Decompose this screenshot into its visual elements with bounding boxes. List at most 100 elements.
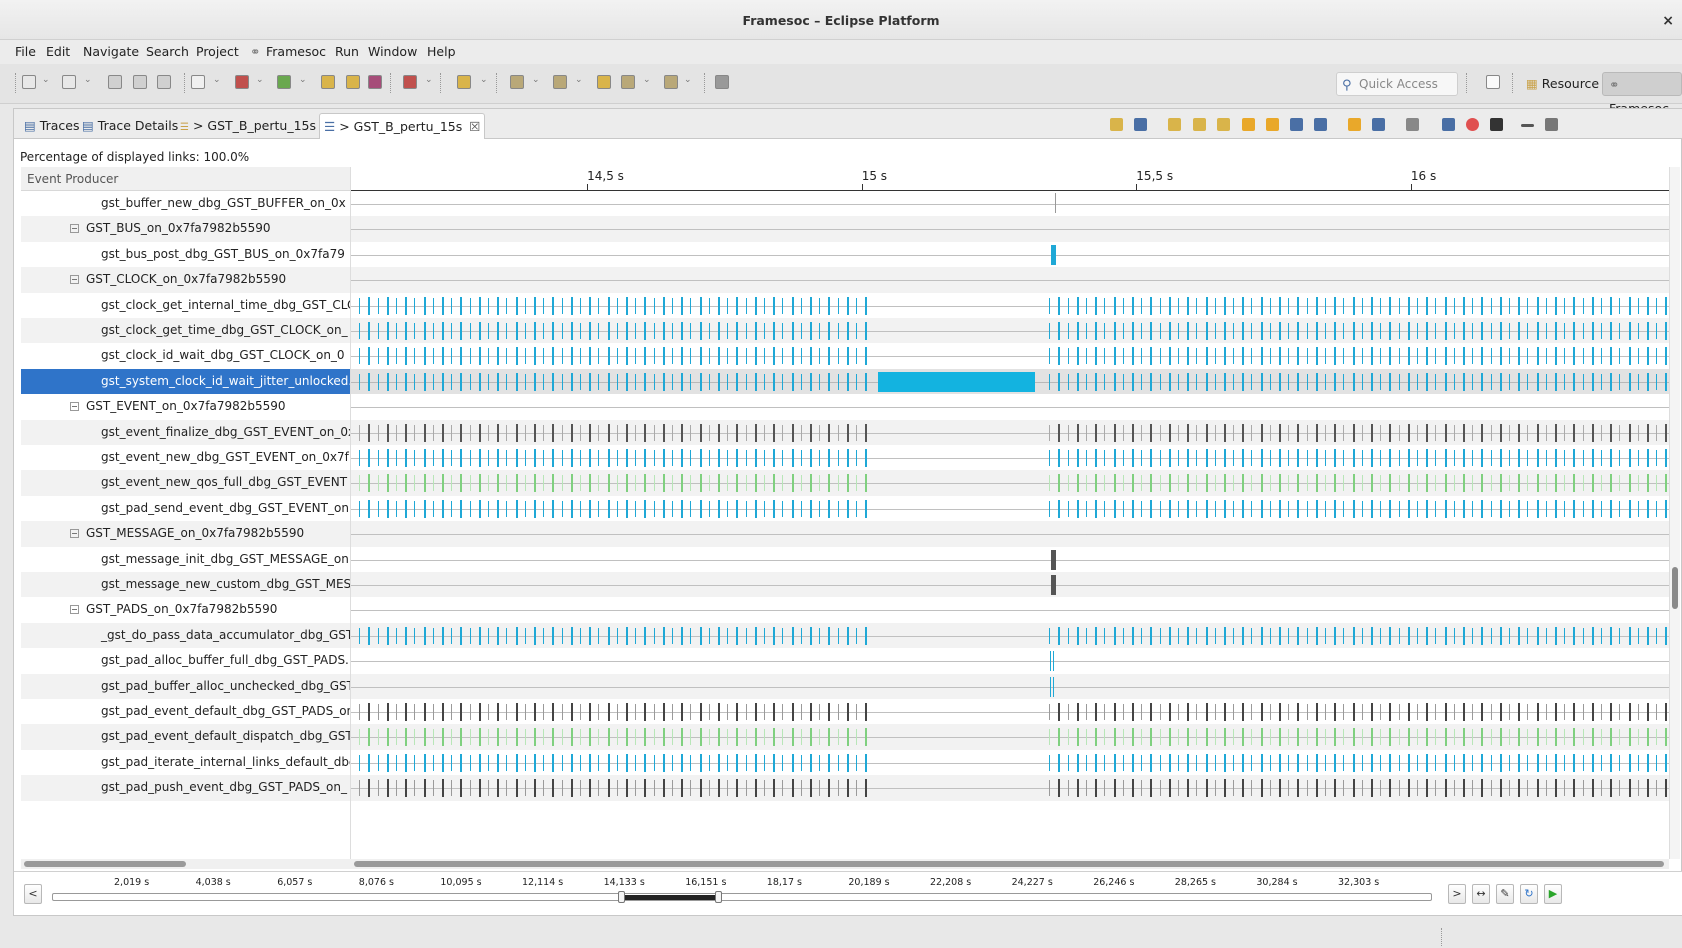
event-mark[interactable] (1131, 322, 1134, 340)
event-mark[interactable] (1499, 728, 1502, 747)
event-mark[interactable] (865, 753, 868, 772)
event-mark[interactable] (497, 779, 500, 798)
event-mark[interactable] (405, 449, 408, 467)
event-mark[interactable] (580, 754, 581, 771)
overview-left-handle[interactable] (618, 891, 625, 903)
event-mark[interactable] (396, 373, 398, 390)
event-mark[interactable] (1647, 779, 1650, 798)
event-mark[interactable] (1122, 348, 1124, 365)
event-mark[interactable] (819, 373, 821, 390)
event-mark[interactable] (598, 729, 600, 746)
event-mark[interactable] (451, 754, 453, 771)
event-mark[interactable] (1095, 449, 1098, 467)
event-mark[interactable] (1325, 424, 1327, 441)
event-mark[interactable] (414, 450, 416, 466)
event-mark[interactable] (598, 297, 600, 314)
event-mark[interactable] (1260, 347, 1263, 366)
event-mark[interactable] (1334, 728, 1337, 747)
event-mark[interactable] (800, 373, 802, 390)
event-mark[interactable] (1049, 780, 1051, 797)
event-mark[interactable] (1260, 753, 1263, 772)
event-mark[interactable] (1049, 676, 1051, 697)
collapse-icon[interactable] (70, 529, 79, 539)
event-mark[interactable] (1159, 424, 1161, 441)
menu-navigate[interactable]: Navigate (83, 44, 139, 59)
event-mark[interactable] (809, 499, 812, 518)
event-mark[interactable] (1398, 754, 1400, 771)
event-mark[interactable] (1242, 372, 1245, 391)
event-mark[interactable] (1656, 297, 1658, 314)
event-mark[interactable] (451, 627, 453, 644)
event-mark[interactable] (1555, 296, 1558, 315)
event-mark[interactable] (690, 373, 692, 390)
event-mark[interactable] (414, 475, 416, 492)
event-mark[interactable] (1141, 729, 1143, 746)
event-mark[interactable] (1251, 627, 1253, 644)
event-mark[interactable] (405, 372, 408, 391)
event-mark[interactable] (1564, 729, 1566, 746)
event-mark[interactable] (1315, 474, 1318, 493)
event-mark[interactable] (1656, 475, 1658, 492)
event-mark[interactable] (855, 729, 857, 746)
event-mark[interactable] (580, 475, 581, 492)
event-mark[interactable] (1187, 372, 1190, 391)
event-mark[interactable] (570, 423, 573, 442)
event-mark[interactable] (681, 753, 684, 772)
tree-leaf-row[interactable]: gst_bus_post_dbg_GST_BUS_on_0x7fa79 (21, 242, 350, 267)
new-window-icon[interactable] (108, 75, 122, 89)
event-mark[interactable] (1325, 780, 1327, 797)
event-mark[interactable] (552, 753, 555, 772)
minimize-icon[interactable] (1521, 124, 1534, 127)
event-mark[interactable] (662, 499, 665, 518)
event-mark[interactable] (1242, 474, 1245, 493)
event-mark[interactable] (1637, 754, 1639, 771)
event-mark[interactable] (690, 780, 692, 797)
event-mark[interactable] (1426, 423, 1429, 442)
event-mark[interactable] (1122, 424, 1124, 441)
event-mark[interactable] (1260, 779, 1263, 798)
event-mark[interactable] (782, 754, 784, 771)
event-mark[interactable] (543, 373, 545, 390)
open-trace-icon[interactable] (277, 75, 291, 89)
event-mark[interactable] (1637, 729, 1639, 746)
event-mark[interactable] (1481, 423, 1484, 442)
event-mark[interactable] (359, 754, 361, 771)
event-mark[interactable] (1315, 423, 1318, 442)
event-mark[interactable] (1113, 322, 1116, 340)
event-mark[interactable] (791, 347, 794, 366)
event-mark[interactable] (552, 296, 555, 315)
event-mark[interactable] (497, 449, 500, 467)
new-icon[interactable] (22, 75, 36, 89)
event-mark[interactable] (1527, 627, 1529, 644)
event-mark[interactable] (1269, 450, 1271, 466)
event-mark[interactable] (580, 500, 581, 517)
event-mark[interactable] (506, 475, 508, 492)
arrows-icon[interactable] (1406, 118, 1419, 131)
event-mark[interactable] (1361, 627, 1363, 644)
event-mark[interactable] (506, 627, 508, 644)
chevron-down-icon[interactable]: ⌄ (532, 75, 540, 85)
event-mark[interactable] (828, 372, 831, 391)
event-mark[interactable] (717, 423, 720, 442)
event-mark[interactable] (1288, 704, 1290, 720)
event-mark[interactable] (1076, 322, 1079, 340)
event-mark[interactable] (359, 500, 361, 517)
event-mark[interactable] (1325, 627, 1327, 644)
event-mark[interactable] (708, 373, 710, 390)
event-mark[interactable] (1242, 779, 1245, 798)
event-mark[interactable] (865, 347, 868, 366)
event-mark[interactable] (497, 423, 500, 442)
event-mark[interactable] (1555, 372, 1558, 391)
event-mark[interactable] (1306, 704, 1308, 720)
event-mark[interactable] (616, 627, 618, 644)
event-mark[interactable] (570, 728, 573, 747)
event-mark[interactable] (662, 322, 665, 340)
event-mark[interactable] (1499, 499, 1502, 518)
event-mark[interactable] (580, 627, 581, 644)
event-mark[interactable] (1564, 754, 1566, 771)
event-mark[interactable] (515, 347, 518, 366)
event-mark[interactable] (690, 704, 692, 720)
event-mark[interactable] (1647, 728, 1650, 747)
event-mark[interactable] (1297, 626, 1300, 645)
event-mark[interactable] (1490, 323, 1492, 339)
